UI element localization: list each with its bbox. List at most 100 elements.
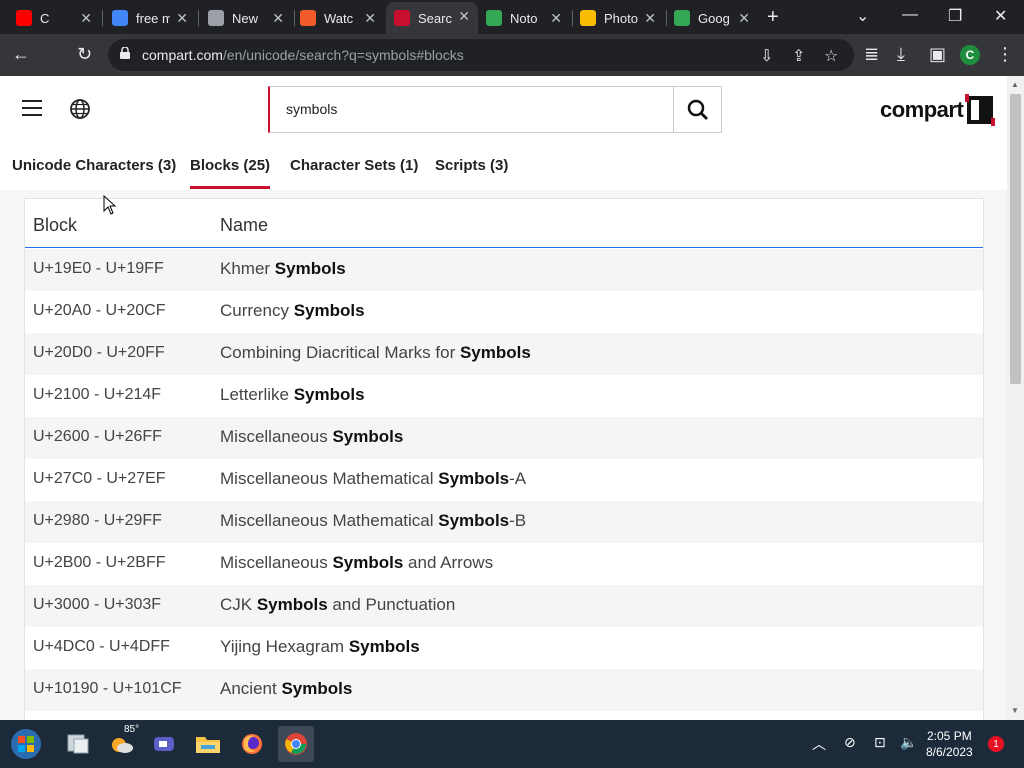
block-name-prefix: Ancient xyxy=(220,679,282,698)
reading-list-icon[interactable]: ≣ xyxy=(864,44,879,65)
close-tab-icon[interactable]: ✕ xyxy=(738,10,750,27)
search-input[interactable] xyxy=(286,101,656,117)
browser-tab[interactable]: Watc ✕ xyxy=(292,4,384,32)
table-row[interactable]: U+20D0 - U+20FF Combining Diacritical Mar… xyxy=(25,333,983,375)
block-range[interactable]: U+19E0 - U+19FF xyxy=(33,260,164,278)
video-call-icon xyxy=(154,737,174,751)
close-tab-icon[interactable]: ✕ xyxy=(272,10,284,27)
block-name[interactable]: Currency Symbols xyxy=(220,301,365,321)
network-disabled-icon[interactable]: ⊘ xyxy=(844,734,856,751)
new-tab-button[interactable]: + xyxy=(767,6,779,29)
close-tab-icon[interactable]: ✕ xyxy=(458,8,470,25)
address-url: compart.com/en/unicode/search?q=symbols#… xyxy=(142,47,464,63)
system-clock[interactable]: 2:05 PM 8/6/2023 xyxy=(926,728,973,760)
block-range[interactable]: U+2B00 - U+2BFF xyxy=(33,554,166,572)
taskbar-chrome[interactable] xyxy=(278,726,314,762)
table-row[interactable]: U+20A0 - U+20CF Currency Symbols xyxy=(25,291,983,333)
taskbar-weather[interactable]: 85° xyxy=(104,724,140,762)
show-hidden-icons[interactable]: ︿ xyxy=(812,734,826,754)
profile-avatar[interactable]: C xyxy=(960,45,980,65)
tab-scripts[interactable]: Scripts (3) xyxy=(435,157,508,174)
tab-blocks[interactable]: Blocks (25) xyxy=(190,157,271,189)
tab-search-icon[interactable]: ⌄ xyxy=(856,6,869,26)
block-name[interactable]: Miscellaneous Symbols xyxy=(220,427,403,447)
reload-button[interactable]: ↻ xyxy=(77,44,92,65)
browser-tab[interactable]: New ✕ xyxy=(200,4,292,32)
block-range[interactable]: U+10190 - U+101CF xyxy=(33,680,182,698)
column-header-name[interactable]: Name xyxy=(220,215,268,236)
browser-tab[interactable]: Goog ✕ xyxy=(666,4,758,32)
tab-unicode-characters[interactable]: Unicode Characters (3) xyxy=(12,157,176,174)
share-icon[interactable]: ⇪ xyxy=(792,46,805,66)
block-name[interactable]: Ancient Symbols xyxy=(220,679,352,699)
scroll-up-arrow[interactable]: ▲ xyxy=(1011,80,1019,89)
bookmark-star-icon[interactable]: ☆ xyxy=(824,46,838,66)
block-range[interactable]: U+2600 - U+26FF xyxy=(33,428,162,446)
table-row[interactable]: U+2B00 - U+2BFF Miscellaneous Symbols and… xyxy=(25,543,983,585)
browser-tab[interactable]: Searc ✕ xyxy=(386,2,478,34)
table-row[interactable]: U+3000 - U+303F CJK Symbols and Punctuati… xyxy=(25,585,983,627)
block-name[interactable]: Miscellaneous Symbols and Arrows xyxy=(220,553,493,573)
column-header-block[interactable]: Block xyxy=(33,215,77,236)
block-name-match: Symbols xyxy=(293,385,365,404)
table-row[interactable]: U+2980 - U+29FF Miscellaneous Mathematica… xyxy=(25,501,983,543)
search-button[interactable] xyxy=(673,86,722,133)
table-row[interactable]: U+19E0 - U+19FF Khmer Symbols xyxy=(25,249,983,291)
block-name[interactable]: Miscellaneous Mathematical Symbols-B xyxy=(220,511,526,531)
restore-button[interactable]: ❐ xyxy=(948,6,962,26)
close-tab-icon[interactable]: ✕ xyxy=(80,10,92,27)
taskbar-file-explorer[interactable] xyxy=(190,726,226,762)
block-range[interactable]: U+4DC0 - U+4DFF xyxy=(33,638,170,656)
taskbar-video-app[interactable] xyxy=(146,726,182,762)
site-header: compart xyxy=(0,76,1007,142)
hamburger-menu-icon[interactable] xyxy=(22,100,42,116)
block-range[interactable]: U+20A0 - U+20CF xyxy=(33,302,166,320)
block-name[interactable]: Combining Diacritical Marks for Symbols xyxy=(220,343,531,363)
table-row[interactable]: U+27C0 - U+27EF Miscellaneous Mathematica… xyxy=(25,459,983,501)
close-window-button[interactable]: ✕ xyxy=(994,6,1007,26)
block-range[interactable]: U+2980 - U+29FF xyxy=(33,512,162,530)
browser-tab[interactable]: free m ✕ xyxy=(104,4,196,32)
close-tab-icon[interactable]: ✕ xyxy=(364,10,376,27)
back-button[interactable]: ← xyxy=(12,44,30,65)
browser-tab[interactable]: Noto ✕ xyxy=(478,4,570,32)
scrollbar-thumb[interactable] xyxy=(1010,94,1021,384)
notification-badge[interactable]: 1 xyxy=(988,736,1004,752)
scroll-down-arrow[interactable]: ▼ xyxy=(1011,706,1019,715)
tab-character-sets[interactable]: Character Sets (1) xyxy=(290,157,418,174)
block-range[interactable]: U+2100 - U+214F xyxy=(33,386,161,404)
block-range[interactable]: U+20D0 - U+20FF xyxy=(33,344,165,362)
table-row[interactable]: U+4DC0 - U+4DFF Yijing Hexagram Symbols xyxy=(25,627,983,669)
close-tab-icon[interactable]: ✕ xyxy=(176,10,188,27)
main-content: Block Name U+19E0 - U+19FF Khmer Symbols U… xyxy=(0,190,1007,720)
display-icon[interactable]: ⊡ xyxy=(874,734,886,751)
block-name[interactable]: Letterlike Symbols xyxy=(220,385,365,405)
table-row[interactable]: U+2100 - U+214F Letterlike Symbols xyxy=(25,375,983,417)
block-name[interactable]: CJK Symbols and Punctuation xyxy=(220,595,455,615)
table-row[interactable]: U+10190 - U+101CF Ancient Symbols xyxy=(25,669,983,711)
minimize-button[interactable]: — xyxy=(902,6,918,24)
block-name[interactable]: Khmer Symbols xyxy=(220,259,346,279)
browser-tab[interactable]: C ✕ xyxy=(8,4,100,32)
chrome-menu-icon[interactable]: ⋮ xyxy=(996,44,1014,65)
mouse-cursor-icon xyxy=(103,195,117,215)
block-name[interactable]: Yijing Hexagram Symbols xyxy=(220,637,420,657)
block-range[interactable]: U+27C0 - U+27EF xyxy=(33,470,166,488)
browser-tab[interactable]: Photo ✕ xyxy=(572,4,664,32)
install-icon[interactable]: ⇩ xyxy=(760,46,773,66)
block-name[interactable]: Miscellaneous Mathematical Symbols-A xyxy=(220,469,526,489)
close-tab-icon[interactable]: ✕ xyxy=(550,10,562,27)
globe-icon[interactable] xyxy=(69,98,91,120)
table-row[interactable]: U+2600 - U+26FF Miscellaneous Symbols xyxy=(25,417,983,459)
downloads-icon[interactable]: ⤓ xyxy=(897,44,905,65)
address-bar[interactable]: compart.com/en/unicode/search?q=symbols#… xyxy=(108,39,854,71)
page-scrollbar[interactable]: ▲ ▼ xyxy=(1007,76,1024,720)
close-tab-icon[interactable]: ✕ xyxy=(644,10,656,27)
volume-icon[interactable]: 🔈 xyxy=(900,734,917,751)
taskbar-firefox[interactable] xyxy=(234,726,270,762)
side-panel-icon[interactable]: ▣ xyxy=(929,44,946,65)
compart-logo[interactable]: compart xyxy=(880,94,996,126)
block-range[interactable]: U+3000 - U+303F xyxy=(33,596,161,614)
taskbar-task-view[interactable] xyxy=(60,726,96,762)
start-button[interactable] xyxy=(8,726,44,762)
